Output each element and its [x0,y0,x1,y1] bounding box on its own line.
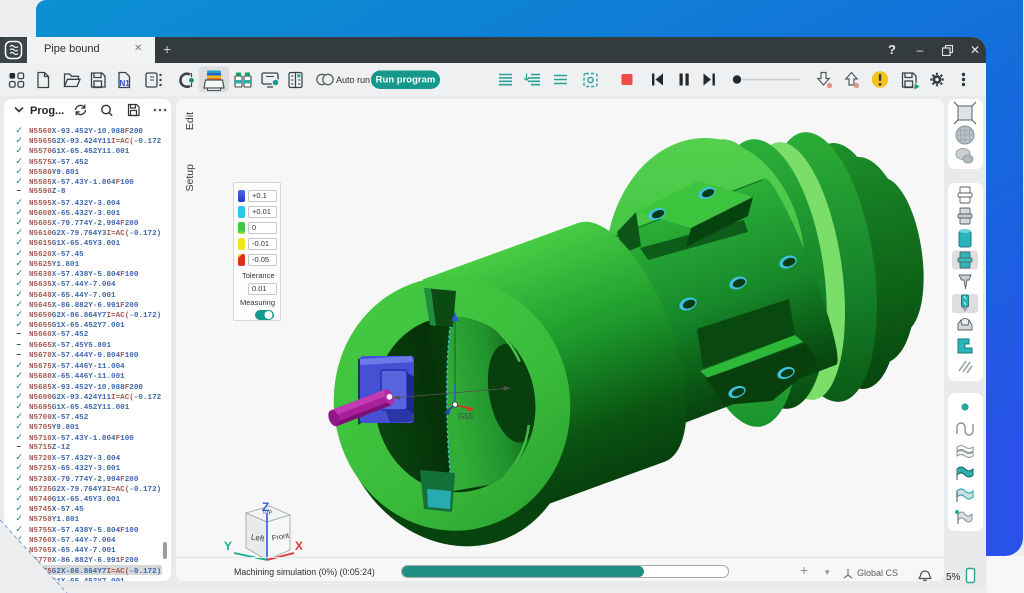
svg-text:Auto run: Auto run [336,75,370,85]
svg-text:N1: N1 [120,79,131,88]
svg-text:5%: 5% [946,572,961,583]
svg-text:G55: G55 [458,412,474,421]
svg-text:X: X [295,539,302,553]
svg-text:Prog...: Prog... [30,105,64,117]
svg-text:Z: Z [262,500,269,514]
svg-text:Y: Y [224,539,232,553]
svg-text:Run program: Run program [376,75,436,86]
